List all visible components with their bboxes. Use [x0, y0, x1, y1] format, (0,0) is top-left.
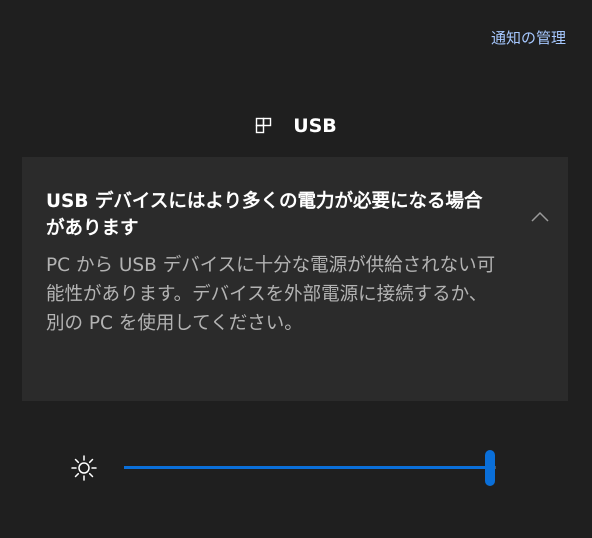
sun-icon [70, 454, 98, 482]
brightness-slider[interactable] [124, 448, 496, 488]
collapse-button[interactable] [524, 201, 556, 233]
chevron-up-icon [531, 211, 549, 222]
notification-title: USB デバイスにはより多くの電力が必要になる場合があります [46, 191, 483, 239]
group-title: USB [293, 115, 337, 137]
manage-notifications-link[interactable]: 通知の管理 [491, 27, 566, 48]
slider-thumb[interactable] [485, 450, 495, 486]
notification-group-header: USB [0, 112, 592, 140]
slider-fill [124, 466, 490, 469]
usb-power-notification[interactable]: USB デバイスにはより多くの電力が必要になる場合があります PC から USB… [22, 157, 568, 401]
brightness-control [0, 448, 592, 488]
usb-device-icon [255, 117, 273, 135]
notification-body: PC から USB デバイスに十分な電源が供給されない可能性があります。デバイス… [46, 255, 496, 334]
